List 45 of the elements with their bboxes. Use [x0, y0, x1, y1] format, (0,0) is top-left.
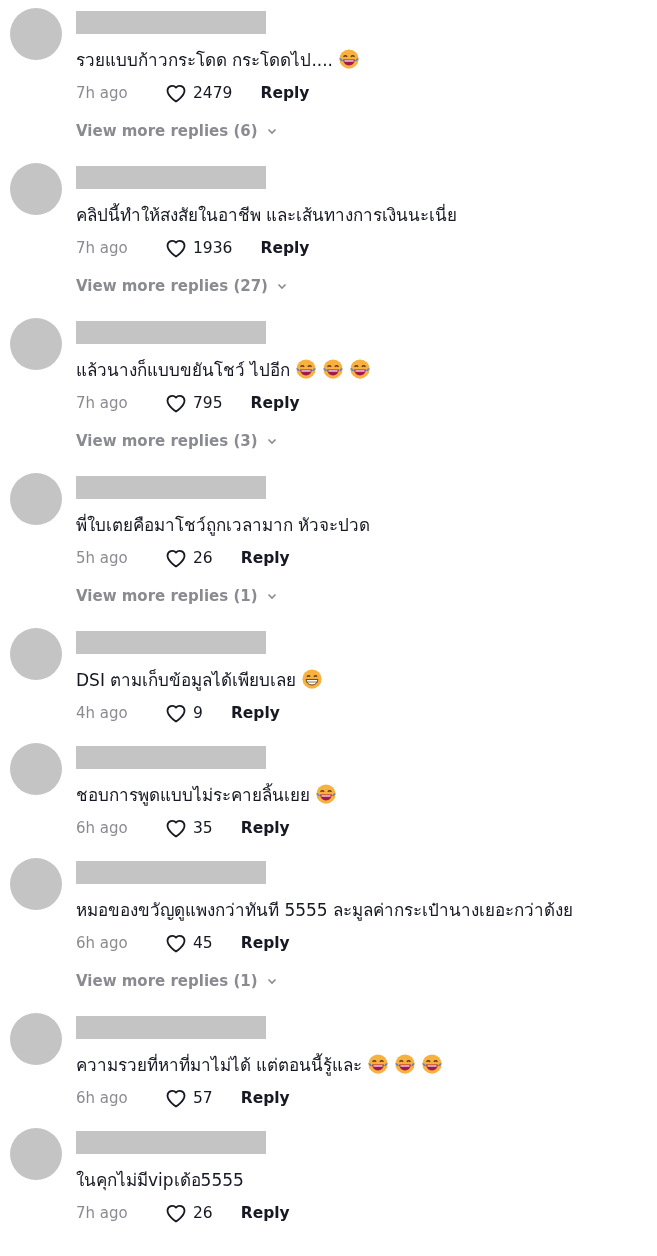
comment-text: แล้วนางก็แบบขยันโชว์ ไปอีก: [76, 358, 291, 382]
timestamp: 4h ago: [76, 704, 129, 722]
reply-button[interactable]: Reply: [240, 549, 290, 567]
timestamp: 6h ago: [76, 1089, 129, 1107]
like-count: 35: [193, 819, 213, 837]
laughing-face-icon: [367, 1053, 390, 1075]
comment-text: หมอของขวัญดูแพงกว่าทันที 5555 ละมูลค่ากระเป๋านางเยอะกว่าด้งย: [76, 898, 574, 923]
timestamp: 7h ago: [76, 84, 129, 102]
reply-button[interactable]: Reply: [240, 934, 290, 952]
reply-button[interactable]: Reply: [260, 239, 310, 257]
reply-button[interactable]: Reply: [250, 394, 300, 412]
like-count: 1936: [193, 239, 233, 257]
timestamp: 6h ago: [76, 819, 129, 837]
laughing-face-icon: [338, 48, 361, 70]
comment-text: ในคุกไม่มีvipเด้อ5555: [76, 1168, 244, 1193]
like-count: 57: [193, 1089, 213, 1107]
laughing-face-icon: [421, 1053, 444, 1075]
reply-button[interactable]: Reply: [240, 819, 290, 837]
like-count: 9: [193, 704, 203, 722]
comment-text: DSI ตามเก็บข้อมูลได้เพียบเลย: [76, 668, 297, 693]
reply-button[interactable]: Reply: [260, 84, 310, 102]
like-count: 26: [193, 1204, 213, 1222]
reply-button[interactable]: Reply: [240, 1089, 290, 1107]
laughing-face-icon: [349, 358, 372, 380]
comment-text: รวยแบบก้าวกระโดด กระโดดไป....: [76, 48, 334, 72]
comment-text: พี่ใบเตยคือมาโชว์ถูกเวลามาก หัวจะปวด: [76, 512, 371, 538]
timestamp: 5h ago: [76, 549, 129, 567]
like-count: 26: [193, 549, 213, 567]
comment-text: ชอบการพูดแบบไม่ระคายลิ้นเยย: [76, 782, 310, 808]
timestamp: 7h ago: [76, 1204, 129, 1222]
laughing-face-icon: [295, 358, 318, 380]
comment-text: ความรวยที่หาที่มาไม่ได้ แต่ตอนนี้รู้และ: [76, 1052, 363, 1078]
like-count: 45: [193, 934, 213, 952]
timestamp: 6h ago: [76, 934, 129, 952]
comment-text: คลิปนี้ทำให้สงสัยในอาชีพ และเส้นทางการเงินนะเนี่ย: [76, 202, 458, 227]
reply-button[interactable]: Reply: [230, 704, 280, 722]
like-count: 795: [193, 394, 223, 412]
timestamp: 7h ago: [76, 394, 129, 412]
laughing-face-icon: [394, 1053, 417, 1075]
laughing-face-icon: [315, 783, 337, 805]
grinning-face-icon: [301, 668, 324, 690]
laughing-face-icon: [322, 358, 345, 380]
timestamp: 7h ago: [76, 239, 129, 257]
reply-button[interactable]: Reply: [240, 1204, 290, 1222]
like-count: 2479: [193, 84, 233, 102]
